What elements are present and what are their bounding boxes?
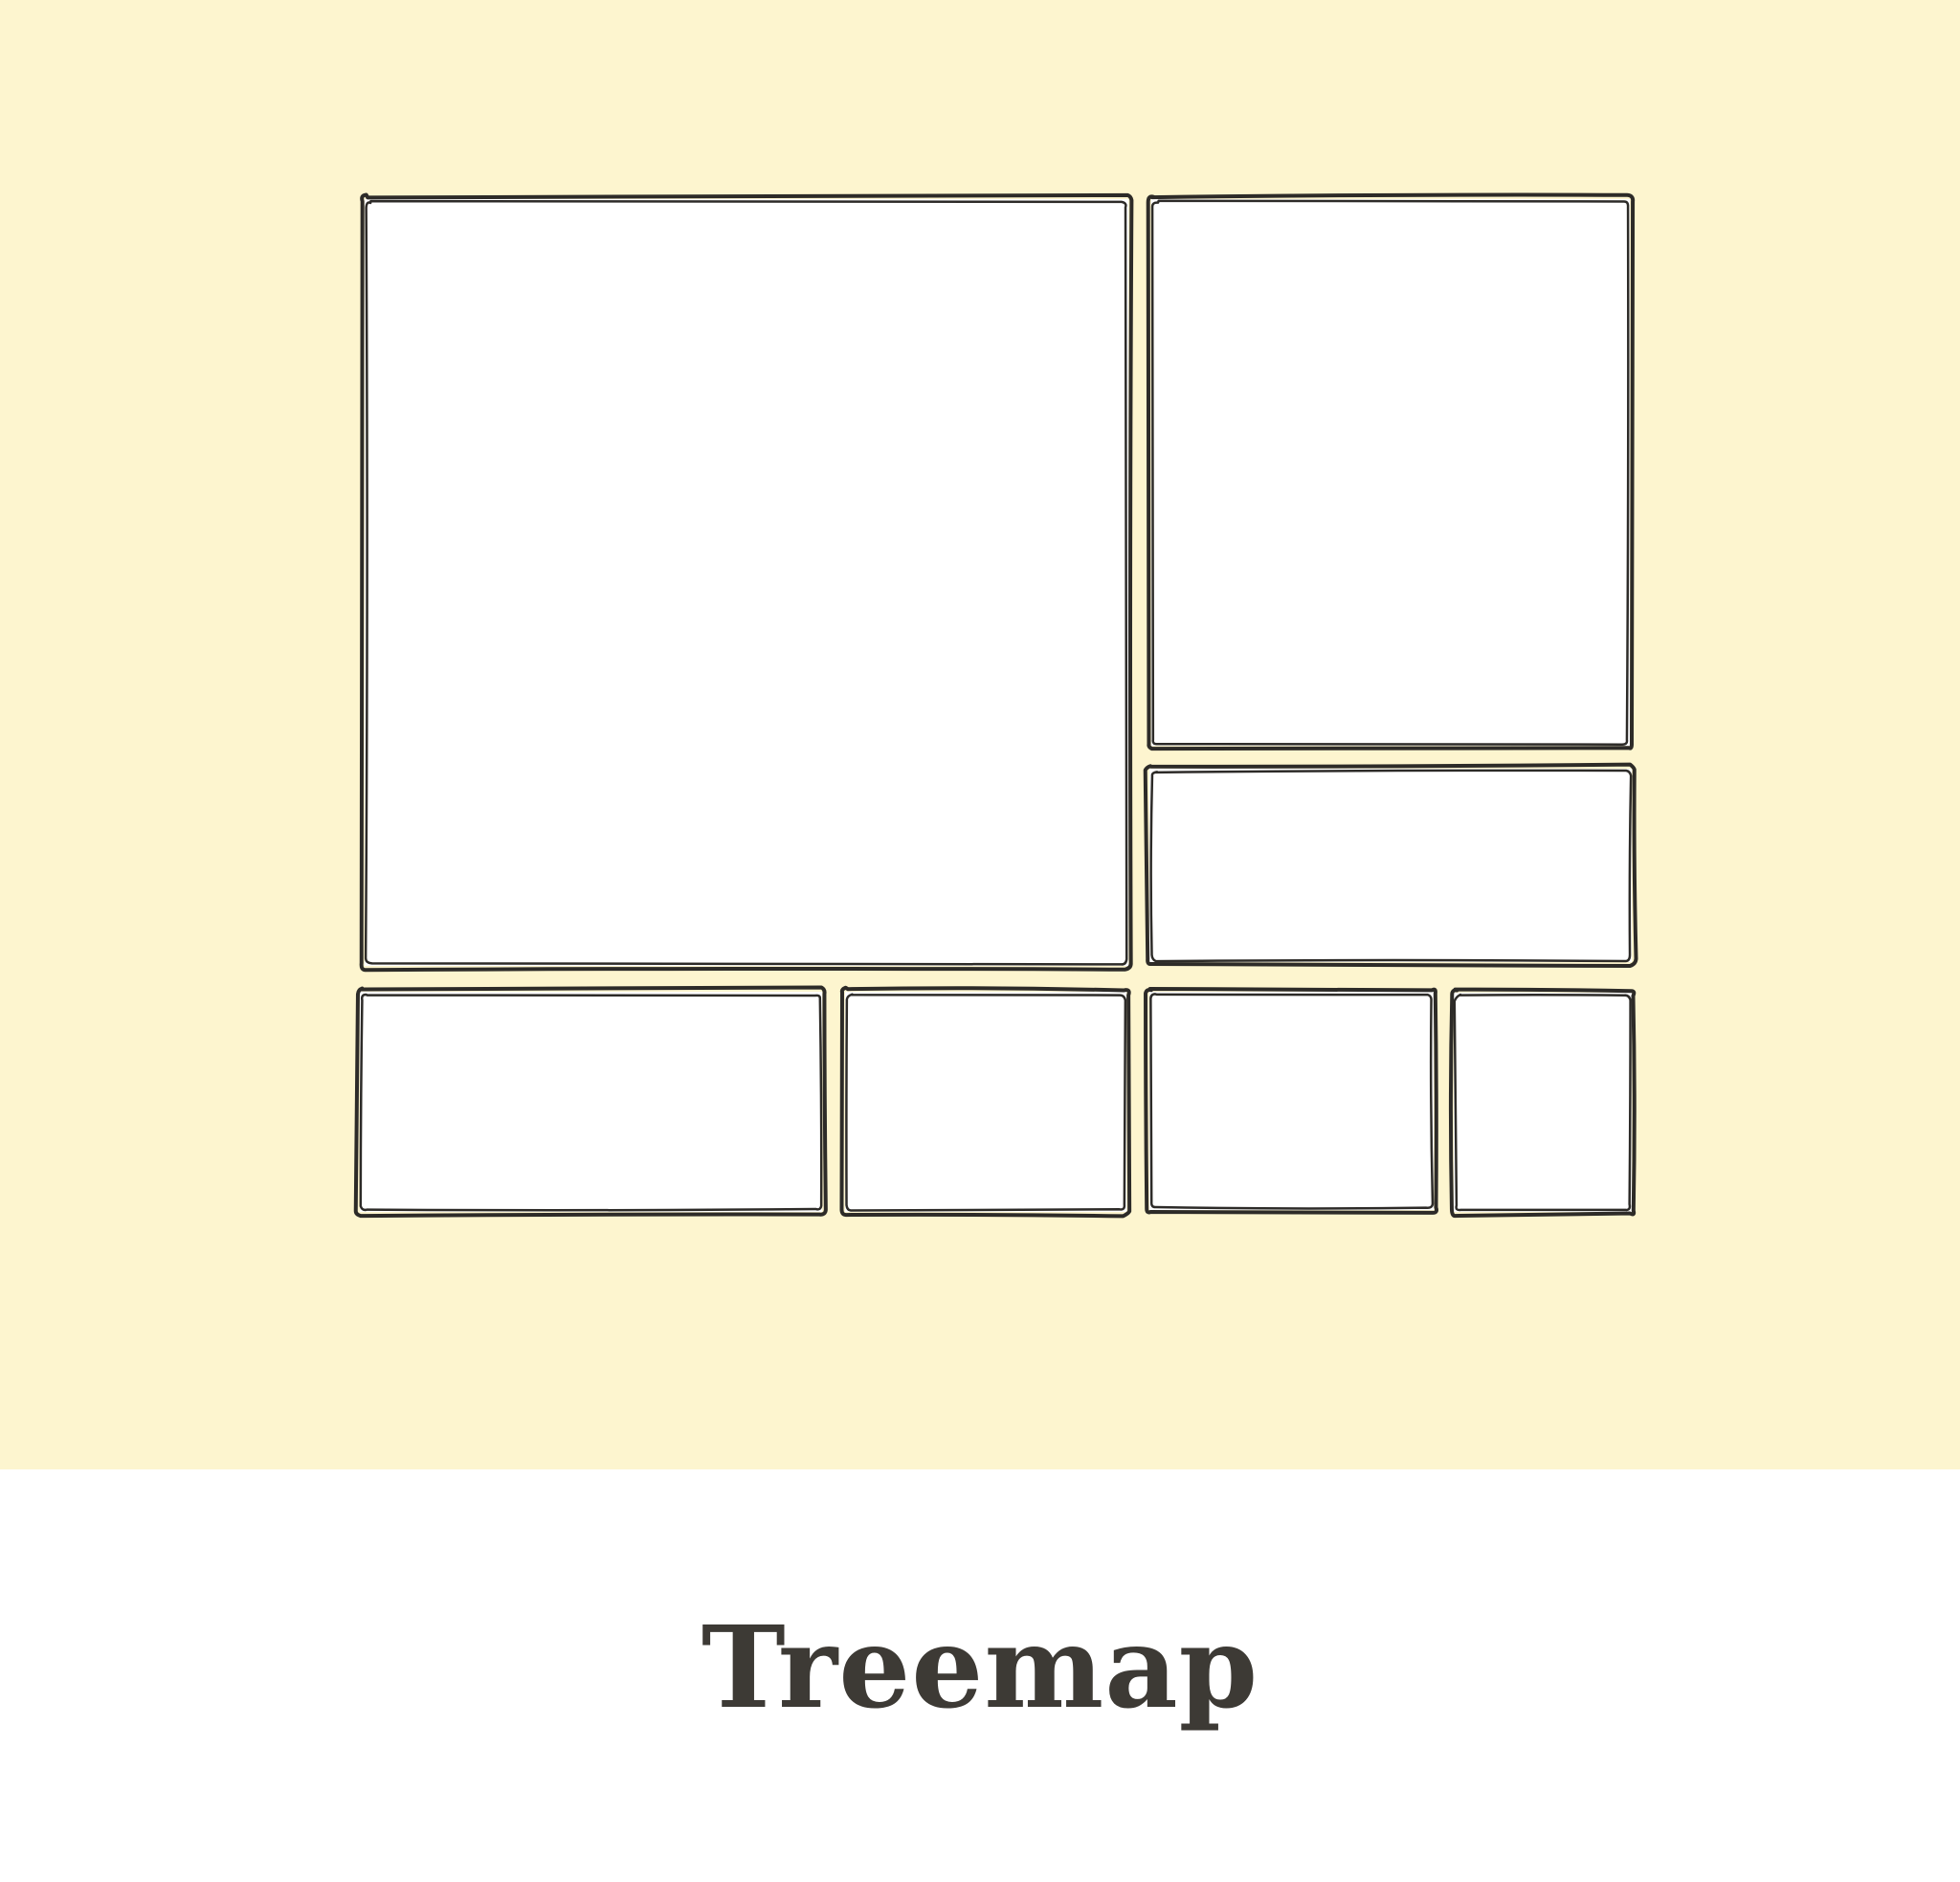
treemap-tile-middle-right	[1143, 762, 1638, 969]
caption-title: Treemap	[701, 1601, 1259, 1734]
treemap-tile-bottom-2	[839, 985, 1132, 1219]
treemap-tile-bottom-1	[353, 985, 828, 1219]
caption-area: Treemap	[0, 1469, 1960, 1882]
treemap-tile-bottom-4	[1448, 987, 1637, 1219]
treemap-illustration	[0, 0, 1960, 1469]
treemap-svg	[0, 0, 1960, 1469]
treemap-tile-top-right	[1146, 192, 1636, 751]
treemap-tile-bottom-3	[1144, 986, 1439, 1215]
treemap-tile-large	[359, 192, 1134, 973]
